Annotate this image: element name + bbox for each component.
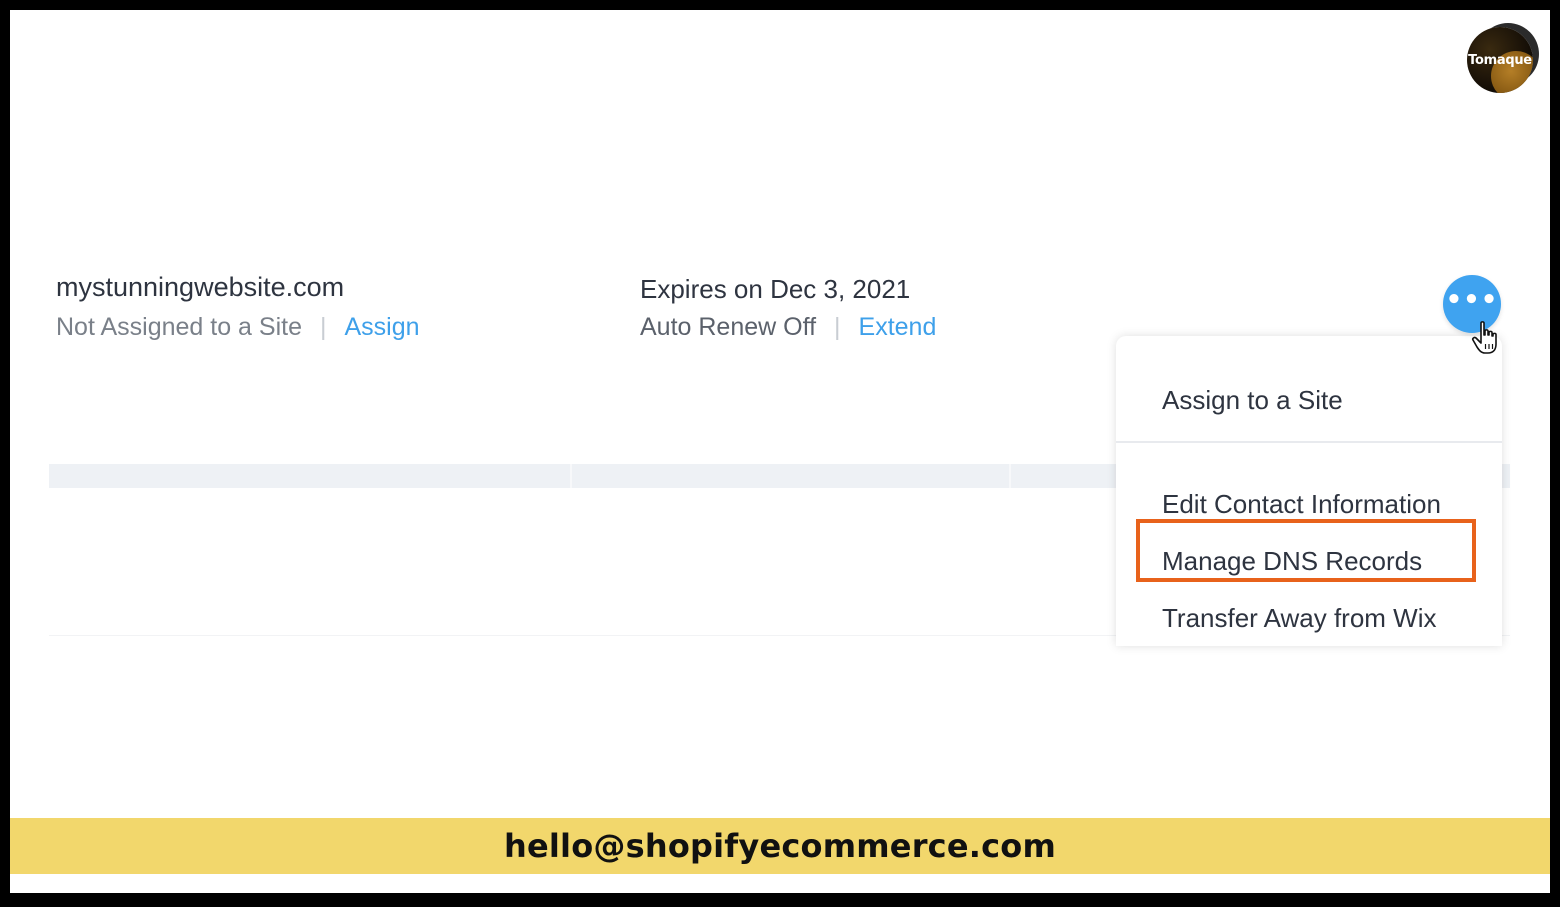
expiry-date: Expires on Dec 3, 2021 [640,274,911,304]
auto-renew-text: Auto Renew Off [640,313,817,341]
column-divider [570,464,572,488]
manage-dns-highlight-box [1136,519,1476,582]
ellipsis-icon: ••• [1445,285,1499,315]
brand-logo: Tomaque [1467,27,1533,93]
menu-item-edit-contact-information[interactable]: Edit Contact Information [1162,489,1441,520]
assign-link[interactable]: Assign [344,313,419,341]
menu-item-assign-to-site[interactable]: Assign to a Site [1162,385,1343,416]
contact-email[interactable]: hello@shopifyecommerce.com [504,827,1056,865]
page-frame: Tomaque mystunningwebsite.com Not Assign… [10,10,1550,893]
separator: | [319,313,327,341]
extend-link[interactable]: Extend [859,313,937,341]
menu-divider [1116,441,1502,443]
renewal-status: Auto Renew Off | Extend [640,313,936,342]
separator: | [834,313,841,341]
brand-logo-text: Tomaque [1468,52,1532,68]
column-divider [1009,464,1011,488]
hand-pointer-icon [1471,321,1497,354]
contact-email-bar: hello@shopifyecommerce.com [10,818,1550,874]
menu-item-transfer-away[interactable]: Transfer Away from Wix [1162,603,1437,634]
domain-assignment-status: Not Assigned to a Site | Assign [56,313,420,342]
assignment-status-text: Not Assigned to a Site [56,313,302,341]
domain-name: mystunningwebsite.com [56,272,345,302]
domain-actions-menu: Assign to a Site Edit Contact Informatio… [1116,336,1502,646]
